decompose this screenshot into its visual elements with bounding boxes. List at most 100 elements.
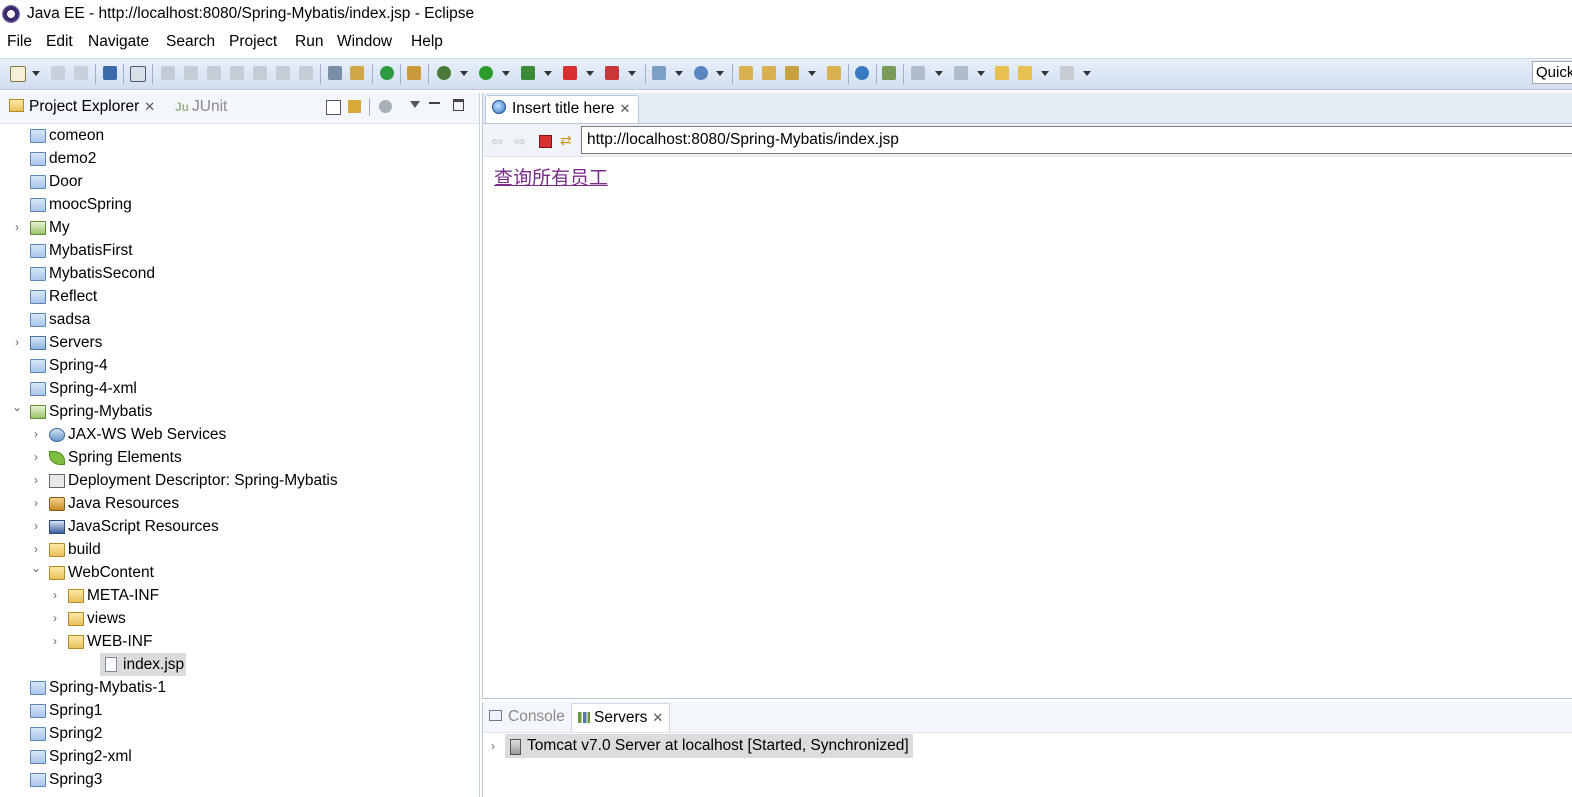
external-tools-dropdown-icon[interactable] <box>628 71 636 76</box>
menu-window[interactable]: Window <box>337 33 392 51</box>
stop-loading-icon[interactable] <box>539 135 552 148</box>
quick-access-input[interactable]: Quick <box>1532 61 1572 84</box>
run-icon[interactable] <box>479 66 493 80</box>
open-console-icon[interactable] <box>103 66 117 80</box>
back-dropdown-icon[interactable] <box>1041 71 1049 76</box>
chevron-down-icon[interactable]: ⌄ <box>30 557 42 580</box>
tree-item[interactable]: index.jsp <box>100 653 187 676</box>
chevron-right-icon[interactable]: › <box>11 216 23 239</box>
coverage-icon[interactable] <box>521 66 535 80</box>
menu-navigate[interactable]: Navigate <box>88 33 149 51</box>
tree-item-label: Deployment Descriptor: Spring-Mybatis <box>68 472 338 489</box>
menu-edit[interactable]: Edit <box>46 33 73 51</box>
minimize-icon[interactable] <box>429 102 440 104</box>
last-edit-location-icon[interactable] <box>995 66 1009 80</box>
save-all-icon[interactable] <box>74 66 88 80</box>
menu-project[interactable]: Project <box>229 33 277 51</box>
web-project-icon <box>30 405 46 419</box>
tab-junit-label: JUnit <box>192 98 228 115</box>
run-dropdown-icon[interactable] <box>502 71 510 76</box>
view-menu-icon[interactable] <box>410 101 420 108</box>
tab-servers[interactable]: Servers ✕ <box>571 703 671 732</box>
left-panel-tab-bar: Project Explorer ✕ Ju JUnit <box>0 93 479 124</box>
stop-icon[interactable] <box>563 66 577 80</box>
globe-icon <box>492 100 506 114</box>
chevron-down-icon[interactable]: ⌄ <box>11 396 23 419</box>
deploy-icon[interactable] <box>350 66 364 80</box>
suspend-icon[interactable] <box>184 66 198 80</box>
debug-dropdown-icon[interactable] <box>460 71 468 76</box>
coverage-dropdown-icon[interactable] <box>544 71 552 76</box>
stop-dropdown-icon[interactable] <box>586 71 594 76</box>
tab-insert-title-here[interactable]: Insert title here ✕ <box>485 95 640 123</box>
previous-annotation-dropdown-icon[interactable] <box>977 71 985 76</box>
tab-junit[interactable]: Ju JUnit <box>175 98 227 116</box>
skip-breakpoints-icon[interactable] <box>130 66 146 82</box>
debug-icon[interactable] <box>437 66 451 80</box>
new-java-project-icon[interactable] <box>652 66 666 80</box>
chevron-right-icon[interactable]: › <box>49 630 61 653</box>
new-class-dropdown-icon[interactable] <box>716 71 724 76</box>
close-icon[interactable]: ✕ <box>144 99 155 114</box>
folder-icon <box>49 566 65 580</box>
terminate-icon[interactable] <box>207 66 221 80</box>
use-step-filters-icon[interactable] <box>328 66 342 80</box>
start-server-icon[interactable] <box>380 66 394 80</box>
chevron-right-icon[interactable]: › <box>491 734 495 758</box>
chevron-right-icon[interactable]: › <box>30 446 42 469</box>
step-over-icon[interactable] <box>276 66 290 80</box>
annotation-icon[interactable] <box>882 66 896 80</box>
resume-icon[interactable] <box>161 66 175 80</box>
collapse-all-icon[interactable] <box>326 100 341 115</box>
spring-leaf-icon <box>49 451 65 465</box>
search-icon[interactable] <box>785 66 799 80</box>
search-dropdown-icon[interactable] <box>808 71 816 76</box>
spring-wizard-icon[interactable] <box>407 66 421 80</box>
web-browser-icon[interactable] <box>855 66 869 80</box>
forward-dropdown-icon[interactable] <box>1083 71 1091 76</box>
menu-help[interactable]: Help <box>411 33 443 51</box>
close-icon[interactable]: ✕ <box>652 710 663 725</box>
next-annotation-dropdown-icon[interactable] <box>935 71 943 76</box>
save-icon[interactable] <box>51 66 65 80</box>
external-tools-icon[interactable] <box>605 66 619 80</box>
chevron-right-icon[interactable]: › <box>30 492 42 515</box>
new-class-icon[interactable] <box>694 66 708 80</box>
url-field[interactable] <box>581 126 1572 154</box>
tree-item-label: Spring Elements <box>68 449 182 466</box>
open-folder-icon[interactable] <box>827 66 841 80</box>
previous-annotation-icon[interactable] <box>954 66 968 80</box>
menu-search[interactable]: Search <box>166 33 215 51</box>
tab-console[interactable]: Console <box>489 703 565 732</box>
chevron-right-icon[interactable]: › <box>49 584 61 607</box>
close-icon[interactable]: ✕ <box>620 101 631 116</box>
tab-project-explorer[interactable]: Project Explorer ✕ <box>9 98 155 116</box>
forward-icon[interactable] <box>1060 66 1074 80</box>
new-project-dropdown-icon[interactable] <box>675 71 683 76</box>
forward-arrow-icon[interactable]: ⇨ <box>514 133 526 150</box>
new-icon[interactable] <box>10 66 26 82</box>
chevron-right-icon[interactable]: › <box>11 331 23 354</box>
disconnect-icon[interactable] <box>230 66 244 80</box>
back-icon[interactable] <box>1018 66 1032 80</box>
filters-icon[interactable] <box>379 100 392 113</box>
chevron-right-icon[interactable]: › <box>30 423 42 446</box>
refresh-icon[interactable]: ⇄ <box>560 132 572 149</box>
next-annotation-icon[interactable] <box>911 66 925 80</box>
menu-run[interactable]: Run <box>295 33 323 51</box>
maximize-icon[interactable] <box>453 99 464 111</box>
chevron-right-icon[interactable]: › <box>30 469 42 492</box>
back-arrow-icon[interactable]: ⇦ <box>491 133 503 150</box>
link-with-editor-icon[interactable] <box>348 100 361 113</box>
step-into-icon[interactable] <box>253 66 267 80</box>
open-type-icon[interactable] <box>739 66 753 80</box>
open-task-icon[interactable] <box>762 66 776 80</box>
new-dropdown-icon[interactable] <box>32 71 40 76</box>
chevron-right-icon[interactable]: › <box>49 607 61 630</box>
menu-file[interactable]: File <box>7 33 32 51</box>
chevron-right-icon[interactable]: › <box>30 515 42 538</box>
step-return-icon[interactable] <box>299 66 313 80</box>
tomcat-server-row[interactable]: Tomcat v7.0 Server at localhost [Started… <box>505 734 913 758</box>
query-all-employees-link[interactable]: 查询所有员工 <box>494 163 608 190</box>
tree-item-label: Spring-Mybatis <box>49 403 153 420</box>
